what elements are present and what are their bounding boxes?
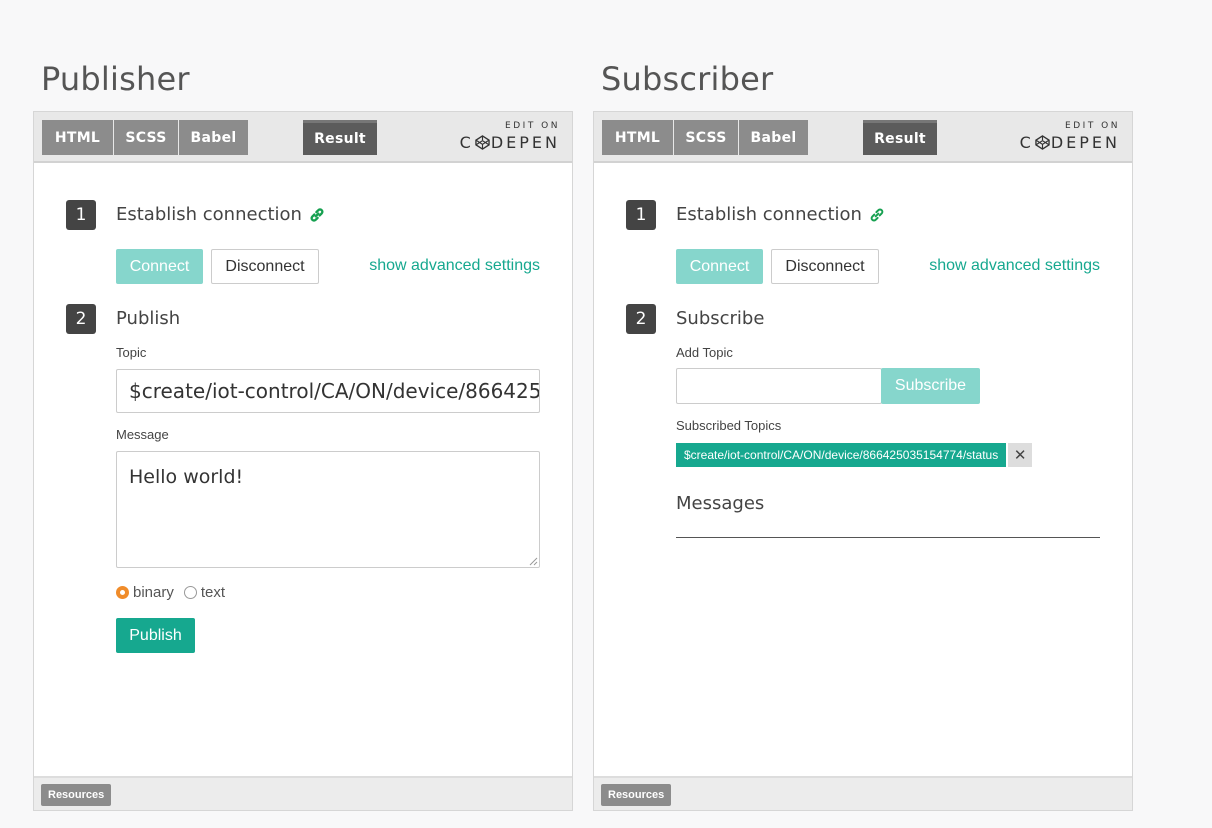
- result-pane: 1 Establish connection Connect Disconnec…: [594, 163, 1132, 776]
- tab-html[interactable]: HTML: [602, 120, 673, 155]
- messages-title: Messages: [676, 493, 765, 514]
- tab-result[interactable]: Result: [863, 120, 937, 155]
- radio-binary-label[interactable]: binary: [133, 584, 174, 601]
- subscriber-embed: HTML SCSS Babel Result EDIT ON C DEPEN 1…: [593, 111, 1133, 811]
- codepen-cube-icon: [1035, 135, 1050, 150]
- subscribe-button[interactable]: Subscribe: [881, 368, 980, 404]
- link-icon: [870, 208, 884, 221]
- step-title-publish: Publish: [116, 308, 181, 329]
- show-advanced-settings-link[interactable]: show advanced settings: [369, 257, 540, 275]
- embed-footer: Resources: [594, 776, 1132, 810]
- publisher-embed: HTML SCSS Babel Result EDIT ON C DEPEN 1…: [33, 111, 573, 811]
- tab-babel[interactable]: Babel: [739, 120, 808, 155]
- topic-label: Topic: [116, 345, 147, 360]
- tab-html[interactable]: HTML: [42, 120, 113, 155]
- codepen-logo-right: DEPEN: [490, 133, 560, 152]
- step-title-label: Establish connection: [116, 204, 302, 225]
- codepen-logo: C DEPEN: [460, 133, 560, 152]
- step-title-subscribe: Subscribe: [676, 308, 765, 329]
- subscribed-topic-chip: $create/iot-control/CA/ON/device/8664250…: [676, 443, 1033, 467]
- tab-scss[interactable]: SCSS: [674, 120, 738, 155]
- embed-footer: Resources: [34, 776, 572, 810]
- step-title-connection: Establish connection: [676, 204, 886, 225]
- edit-on-codepen-link[interactable]: EDIT ON C DEPEN: [460, 121, 560, 152]
- codepen-logo: C DEPEN: [1020, 133, 1120, 152]
- step-number-1: 1: [626, 200, 656, 230]
- message-label: Message: [116, 427, 169, 442]
- tab-babel[interactable]: Babel: [179, 120, 248, 155]
- publisher-title: Publisher: [41, 60, 190, 98]
- tab-result[interactable]: Result: [303, 120, 377, 155]
- step-number-2: 2: [66, 304, 96, 334]
- codepen-logo-left: C: [459, 133, 474, 152]
- step-number-1: 1: [66, 200, 96, 230]
- step-title-connection: Establish connection: [116, 204, 326, 225]
- disconnect-button[interactable]: Disconnect: [211, 249, 319, 284]
- edit-on-label: EDIT ON: [1065, 121, 1120, 131]
- show-advanced-settings-link[interactable]: show advanced settings: [929, 257, 1100, 275]
- radio-binary[interactable]: [116, 586, 129, 599]
- topic-input[interactable]: $create/iot-control/CA/ON/device/8664250…: [116, 369, 540, 413]
- tab-scss[interactable]: SCSS: [114, 120, 178, 155]
- resources-button[interactable]: Resources: [601, 784, 672, 806]
- codepen-logo-left: C: [1019, 133, 1034, 152]
- result-pane: 1 Establish connection Connect Disconnec…: [34, 163, 572, 776]
- resize-grip-icon[interactable]: [528, 556, 538, 566]
- edit-on-codepen-link[interactable]: EDIT ON C DEPEN: [1020, 121, 1120, 152]
- remove-topic-icon[interactable]: ✕: [1008, 443, 1033, 467]
- step-title-label: Establish connection: [676, 204, 862, 225]
- format-radio-group: binary text: [116, 584, 231, 601]
- embed-header: HTML SCSS Babel Result EDIT ON C DEPEN: [34, 112, 572, 163]
- subscribed-topics-label: Subscribed Topics: [676, 418, 782, 433]
- publish-button[interactable]: Publish: [116, 618, 195, 653]
- link-icon: [310, 207, 324, 222]
- radio-text-label[interactable]: text: [201, 584, 225, 601]
- messages-divider: [676, 537, 1100, 538]
- embed-header: HTML SCSS Babel Result EDIT ON C DEPEN: [594, 112, 1132, 163]
- radio-text[interactable]: [183, 586, 197, 599]
- step-number-2: 2: [626, 304, 656, 334]
- resources-button[interactable]: Resources: [41, 784, 112, 806]
- subscribed-topic-text: $create/iot-control/CA/ON/device/8664250…: [676, 443, 1007, 467]
- codepen-logo-right: DEPEN: [1050, 133, 1120, 152]
- connect-button[interactable]: Connect: [116, 249, 203, 284]
- message-text: Hello world!: [129, 466, 244, 488]
- disconnect-button[interactable]: Disconnect: [771, 249, 879, 284]
- subscriber-title: Subscriber: [601, 60, 774, 98]
- add-topic-label: Add Topic: [676, 345, 733, 360]
- add-topic-input[interactable]: [676, 368, 882, 404]
- message-textarea[interactable]: Hello world!: [116, 451, 540, 568]
- connect-button[interactable]: Connect: [676, 249, 763, 284]
- edit-on-label: EDIT ON: [505, 121, 560, 131]
- codepen-cube-icon: [475, 135, 490, 150]
